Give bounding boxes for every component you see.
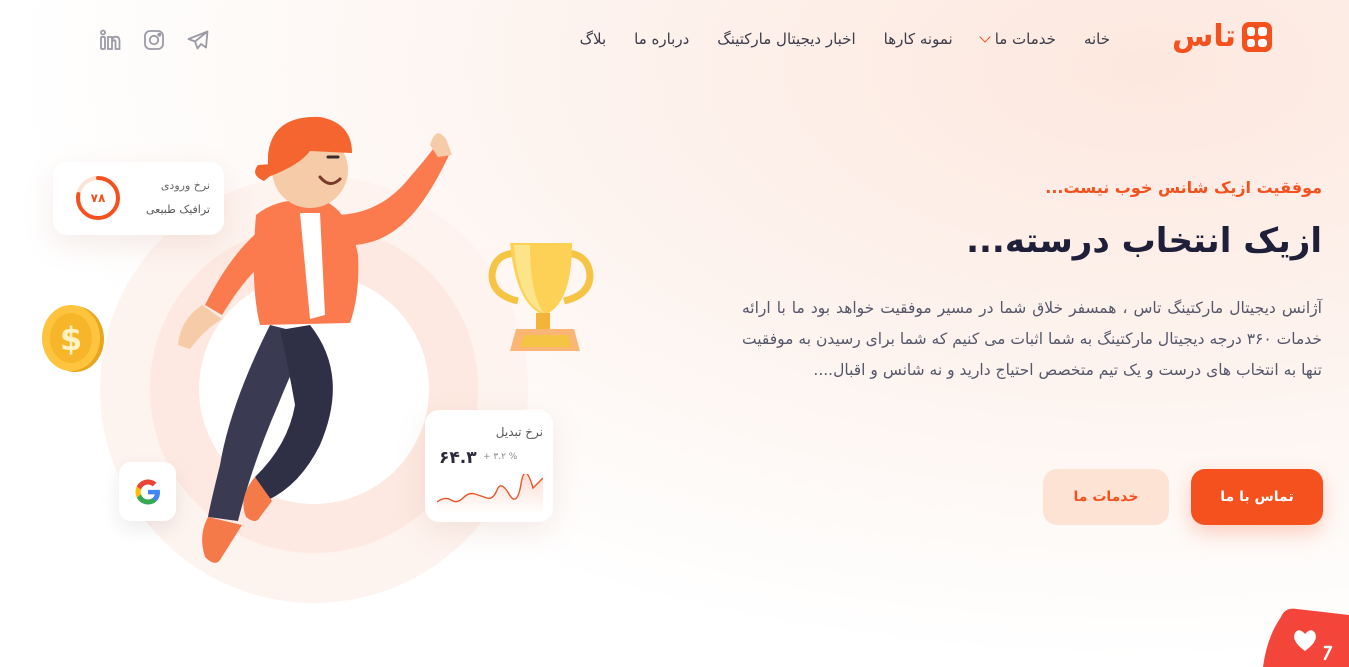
google-icon — [135, 479, 160, 504]
logo[interactable]: تاس — [1172, 22, 1272, 52]
traffic-card: ۷۸ نرخ ورودی ترافیک طبیعی — [53, 162, 224, 235]
nav-item-blog[interactable]: بلاگ — [566, 30, 621, 48]
traffic-value: ۷۸ — [90, 191, 106, 205]
telegram-icon[interactable] — [185, 27, 211, 53]
logo-text: تاس — [1172, 19, 1236, 54]
dollar-coin-icon: $ — [42, 305, 104, 372]
linkedin-icon[interactable] — [97, 27, 123, 53]
hero-tagline: موفقیت ازیک شانس خوب نیست... — [1045, 178, 1322, 197]
sparkline-chart — [437, 474, 543, 514]
site-header: تاس خانه خدمات ما نمونه کارها اخبار دیجی… — [0, 0, 1349, 84]
trophy-icon — [488, 243, 594, 351]
nav-label: خدمات ما — [994, 30, 1056, 48]
nav-label: بلاگ — [579, 30, 607, 48]
nav-item-portfolio[interactable]: نمونه کارها — [870, 30, 967, 48]
nav-label: خانه — [1083, 30, 1110, 48]
conversion-title: نرخ تبدیل — [495, 425, 543, 439]
our-services-button[interactable]: خدمات ما — [1043, 469, 1169, 525]
nav-item-news[interactable]: اخبار دیجیتال مارکتینگ — [703, 30, 869, 48]
conversion-delta: + ۳.۲ % — [483, 452, 518, 462]
nav-label: درباره ما — [634, 30, 690, 48]
hero-section: موفقیت ازیک شانس خوب نیست... ازیک انتخاب… — [742, 178, 1322, 386]
google-badge — [119, 462, 176, 521]
main-nav: خانه خدمات ما نمونه کارها اخبار دیجیتال … — [566, 30, 1124, 48]
nav-label: نمونه کارها — [883, 30, 953, 48]
logo-mark-icon — [1241, 22, 1272, 52]
hero-headline: ازیک انتخاب درسته... — [966, 221, 1322, 261]
social-links — [97, 27, 211, 53]
nav-label: اخبار دیجیتال مارکتینگ — [717, 30, 856, 48]
instagram-icon[interactable] — [141, 27, 167, 53]
traffic-title: نرخ ورودی — [160, 179, 210, 192]
chevron-down-icon — [979, 31, 991, 43]
nav-item-services[interactable]: خدمات ما — [967, 30, 1070, 48]
svg-text:$: $ — [60, 320, 82, 358]
nav-item-about[interactable]: درباره ما — [620, 30, 703, 48]
hero-description: آژانس دیجیتال مارکتینگ تاس ، همسفر خلاق … — [742, 299, 1322, 379]
contact-us-button[interactable]: تماس با ما — [1191, 469, 1323, 525]
traffic-subtitle: ترافیک طبیعی — [146, 203, 210, 216]
nav-item-home[interactable]: خانه — [1070, 30, 1124, 48]
hero-actions: تماس با ما خدمات ما — [1043, 469, 1323, 525]
conversion-value: ۶۴.۳ — [439, 448, 477, 468]
conversion-card: نرخ تبدیل ۶۴.۳ + ۳.۲ % — [425, 410, 553, 522]
floating-heart-button[interactable] — [1263, 607, 1349, 667]
